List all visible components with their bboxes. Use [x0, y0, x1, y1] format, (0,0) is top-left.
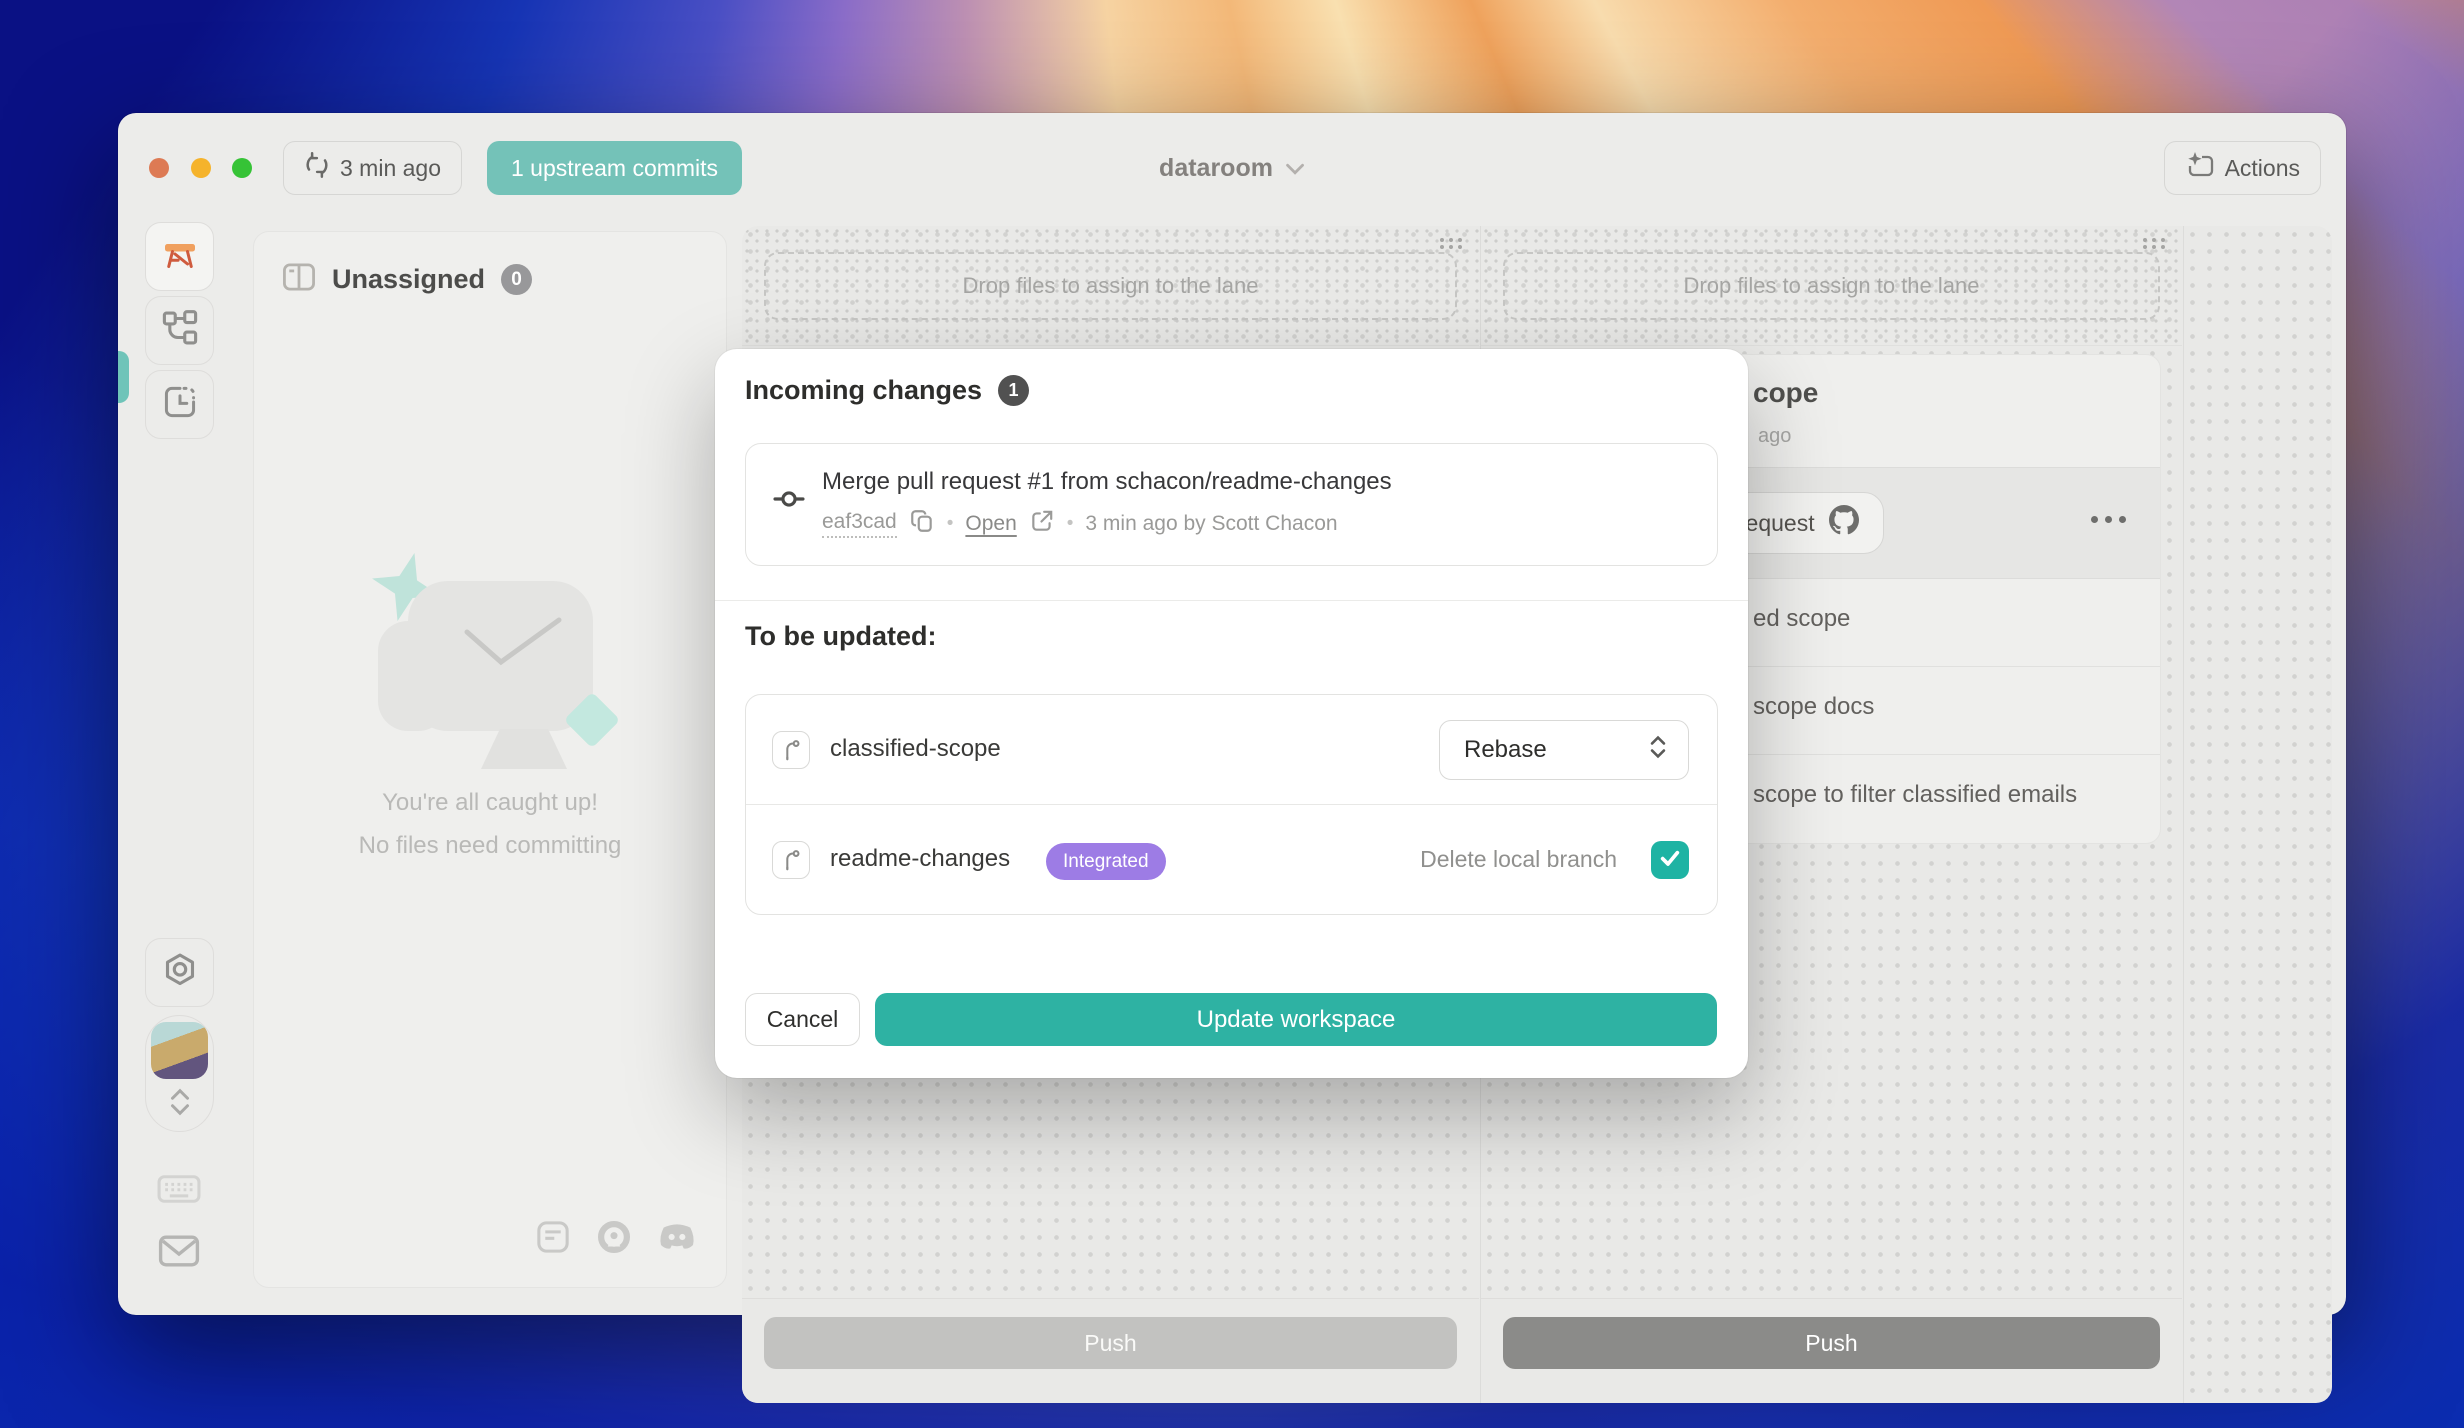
account-switcher[interactable] — [145, 1015, 214, 1132]
keyboard-icon — [156, 1169, 202, 1214]
branch-update-row: readme-changes Integrated Delete local b… — [746, 805, 1717, 915]
branch-name: readme-changes — [830, 845, 1010, 873]
chevron-down-icon — [1285, 154, 1305, 183]
integrated-badge: Integrated — [1046, 843, 1166, 880]
changelog-icon[interactable] — [535, 1219, 571, 1260]
delete-local-branch-label: Delete local branch — [1420, 846, 1617, 873]
branch-card-title: cope — [1753, 377, 1818, 409]
keyboard-shortcuts-button[interactable] — [156, 1169, 202, 1214]
chevron-up-down-icon — [167, 1087, 193, 1122]
split-panel-icon — [282, 262, 316, 297]
lane-1-push-button[interactable]: Push — [764, 1317, 1457, 1369]
actions-button[interactable]: Actions — [2164, 141, 2321, 195]
sparkle-box-icon — [2185, 150, 2215, 186]
branch-update-row: classified-scope Rebase — [746, 695, 1717, 805]
unassigned-count-badge: 0 — [501, 264, 532, 295]
empty-state-subtitle: No files need committing — [254, 832, 726, 860]
commit-meta: 3 min ago by Scott Chacon — [1085, 512, 1337, 536]
project-switcher[interactable]: dataroom — [1159, 141, 1305, 195]
delete-local-branch-checkbox[interactable] — [1651, 841, 1689, 879]
lane-2-assign-strip: Drop files to assign to the lane — [1481, 226, 2182, 346]
upstream-commits-badge[interactable]: 1 upstream commits — [487, 141, 742, 195]
branches-icon — [161, 309, 199, 352]
window-minimize-button[interactable] — [191, 158, 211, 178]
window-zoom-button[interactable] — [232, 158, 252, 178]
gear-icon — [161, 951, 199, 994]
branches-to-update-list: classified-scope Rebase — [745, 694, 1718, 915]
discord-icon[interactable] — [657, 1220, 697, 1259]
illustration-stand — [481, 729, 567, 769]
sync-label: 3 min ago — [340, 155, 441, 182]
refresh-icon — [304, 152, 330, 184]
rebase-select[interactable]: Rebase — [1439, 720, 1689, 780]
cancel-button[interactable]: Cancel — [745, 993, 860, 1046]
sidebar-item-workspace[interactable] — [145, 222, 214, 291]
lane-3 — [2183, 226, 2332, 1403]
branch-card-meta: ago — [1758, 425, 1791, 448]
branch-name: classified-scope — [830, 735, 1001, 763]
commit-message: Merge pull request #1 from schacon/readm… — [822, 468, 1392, 496]
incoming-commit-card: Merge pull request #1 from schacon/readm… — [745, 443, 1718, 566]
open-source-icon[interactable] — [595, 1218, 633, 1261]
check-icon — [1658, 846, 1682, 875]
lane-1-dropzone[interactable]: Drop files to assign to the lane — [764, 252, 1457, 320]
workbench-icon — [160, 234, 200, 279]
desktop-wallpaper: 3 min ago 1 upstream commits dataroom Ac… — [0, 0, 2464, 1428]
incoming-changes-modal: Incoming changes 1 Merge pull request #1… — [715, 349, 1748, 1078]
sync-button[interactable]: 3 min ago — [283, 141, 462, 195]
window-close-button[interactable] — [149, 158, 169, 178]
project-name: dataroom — [1159, 154, 1273, 183]
section-heading: To be updated: — [745, 621, 936, 652]
unassigned-panel: Unassigned 0 You're all caught up! No fi… — [253, 231, 727, 1288]
commit-sha[interactable]: eaf3cad — [822, 510, 897, 538]
copy-icon[interactable] — [909, 508, 935, 540]
panel-title: Unassigned — [332, 264, 485, 295]
settings-button[interactable] — [145, 938, 214, 1007]
sidebar-item-history[interactable] — [145, 370, 214, 439]
check-decoration — [459, 614, 569, 679]
sidebar-item-branches[interactable] — [145, 296, 214, 365]
update-workspace-button[interactable]: Update workspace — [875, 993, 1717, 1046]
history-clock-icon — [161, 383, 199, 426]
more-options-icon[interactable] — [2091, 516, 2126, 523]
avatar — [151, 1022, 208, 1079]
lane-1-assign-strip: Drop files to assign to the lane — [742, 226, 1479, 346]
pr-state-link[interactable]: Open — [965, 512, 1016, 536]
incoming-count-badge: 1 — [998, 375, 1029, 406]
lane-2-dropzone[interactable]: Drop files to assign to the lane — [1503, 252, 2160, 320]
feedback-mail-button[interactable] — [156, 1231, 202, 1276]
mail-icon — [156, 1231, 202, 1276]
lane-2-push-button[interactable]: Push — [1503, 1317, 2160, 1369]
chevron-up-down-icon — [1648, 734, 1668, 767]
commit-icon — [772, 482, 806, 521]
active-tab-indicator — [118, 351, 129, 403]
external-link-icon[interactable] — [1029, 508, 1055, 540]
empty-state-title: You're all caught up! — [254, 789, 726, 817]
gitbutler-window: 3 min ago 1 upstream commits dataroom Ac… — [118, 113, 2346, 1315]
github-icon — [1829, 505, 1859, 541]
branch-icon — [772, 731, 810, 769]
branch-icon — [772, 841, 810, 879]
modal-title: Incoming changes — [745, 375, 982, 406]
